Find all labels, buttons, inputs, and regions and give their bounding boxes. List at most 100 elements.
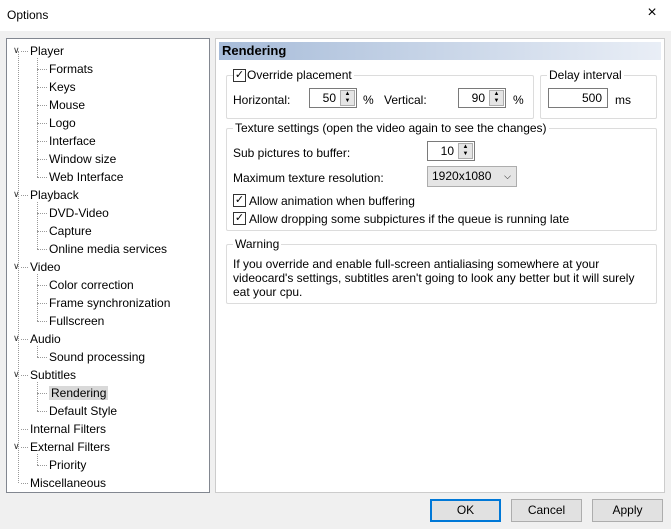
tree-connector [21,339,28,340]
tree-item[interactable]: Sound processing [49,348,145,366]
tree-item-label: Default Style [49,404,118,418]
allow-animation-label[interactable]: Allow animation when buffering [249,194,415,208]
delay-label: Delay interval [547,68,624,82]
tree-item[interactable]: Interface [49,132,96,150]
tree-item[interactable]: External Filters [30,438,110,456]
page-title: Rendering [219,42,661,60]
override-placement-checkbox[interactable]: ✓ [233,69,246,82]
tree-connector [21,483,28,484]
tree-connector [37,285,47,286]
vertical-spinner[interactable]: 90 ▲ ▼ [458,88,506,108]
tree-item[interactable]: Audio [30,330,61,348]
tree-connector [37,321,47,322]
tree-item-label: Internal Filters [30,422,107,436]
max-res-label: Maximum texture resolution: [233,171,384,185]
tree-item-label: Capture [49,224,92,238]
tree-connector [37,105,47,106]
delay-unit: ms [615,93,631,107]
tree-connector [37,141,47,142]
override-placement-label[interactable]: Override placement [245,68,354,82]
apply-button[interactable]: Apply [592,499,663,522]
tree-item[interactable]: Logo [49,114,76,132]
tree-connector [21,51,28,52]
tree-item[interactable]: DVD-Video [49,204,109,222]
allow-animation-checkbox[interactable]: ✓ [233,194,246,207]
tree-line [37,454,38,465]
tree-item[interactable]: Keys [49,78,76,96]
tree-item[interactable]: Miscellaneous [30,474,106,492]
spin-arrows-icon[interactable]: ▲ ▼ [489,90,504,106]
tree-connector [37,411,47,412]
tree-item[interactable]: Color correction [49,276,134,294]
tree-connector [37,123,47,124]
tree-item-label: Logo [49,116,76,130]
options-tree[interactable]: Player ∨ Formats Keys Mouse Logo Interface Wind… [6,38,210,493]
warning-label: Warning [233,237,282,251]
tree-item-label: Rendering [49,386,109,400]
tree-item[interactable]: Mouse [49,96,85,114]
tree-item[interactable]: Fullscreen [49,312,104,330]
ok-button[interactable]: OK [430,499,501,522]
tree-item[interactable]: Internal Filters [30,420,106,438]
tree-connector [37,69,47,70]
tree-line [18,51,19,483]
tree-item[interactable]: Player [30,42,64,60]
tree-item-label: Online media services [49,242,168,256]
tree-connector [37,303,47,304]
tree-item-label: Window size [49,152,117,166]
tree-item-label: Sound processing [49,350,146,364]
tree-connector [37,465,47,466]
tree-item-label: Miscellaneous [30,476,107,490]
allow-dropping-label[interactable]: Allow dropping some subpictures if the q… [249,212,569,226]
tree-item[interactable]: Online media services [49,240,167,258]
close-icon[interactable]: × [640,4,664,22]
tree-item[interactable]: Frame synchronization [49,294,170,312]
tree-item-label: Playback [30,188,79,202]
tree-item-label: Mouse [49,98,86,112]
tree-item[interactable]: Formats [49,60,93,78]
spin-arrows-icon[interactable]: ▲ ▼ [340,90,355,106]
horizontal-unit: % [363,93,374,107]
tree-line [37,274,38,321]
tree-connector [37,159,47,160]
tree-item-label: External Filters [30,440,111,454]
sub-pictures-spinner[interactable]: 10 ▲ ▼ [427,141,475,161]
tree-line [37,382,38,411]
tree-item[interactable]: Web Interface [49,168,123,186]
texture-group: Texture settings (open the video again t… [226,121,657,231]
tree-item[interactable]: Rendering [49,384,109,402]
vertical-label: Vertical: [384,93,427,107]
spin-arrows-icon[interactable]: ▲ ▼ [458,143,473,159]
tree-item[interactable]: Priority [49,456,86,474]
tree-item-label: Web Interface [49,170,124,184]
tree-line [37,58,38,177]
delay-input[interactable]: 500 [548,88,608,108]
allow-dropping-checkbox[interactable]: ✓ [233,212,246,225]
tree-item-label: Color correction [49,278,134,292]
horizontal-spinner[interactable]: 50 ▲ ▼ [309,88,357,108]
tree-connector [37,87,47,88]
tree-connector [21,267,28,268]
tree-item-label: Player [30,44,65,58]
cancel-button[interactable]: Cancel [511,499,582,522]
max-res-dropdown[interactable]: 1920x1080 ⌵ [427,166,517,187]
tree-item-label: Priority [49,458,87,472]
tree-line [37,346,38,357]
tree-item[interactable]: Video [30,258,60,276]
chevron-down-icon: ⌵ [504,171,511,181]
tree-item[interactable]: Capture [49,222,92,240]
tree-connector [37,249,47,250]
tree-item-label: Formats [49,62,94,76]
tree-connector [37,393,47,394]
tree-item-label: Frame synchronization [49,296,171,310]
override-group: Override placement ✓ Horizontal: 50 ▲ ▼ % … [226,68,534,119]
vertical-unit: % [513,93,524,107]
tree-item[interactable]: Window size [49,150,116,168]
tree-item[interactable]: Default Style [49,402,117,420]
horizontal-label: Horizontal: [233,93,291,107]
tree-connector [21,375,28,376]
tree-item-label: Subtitles [30,368,77,382]
sub-pictures-label: Sub pictures to buffer: [233,146,351,160]
tree-item-label: Fullscreen [49,314,105,328]
tree-item-label: Interface [49,134,96,148]
